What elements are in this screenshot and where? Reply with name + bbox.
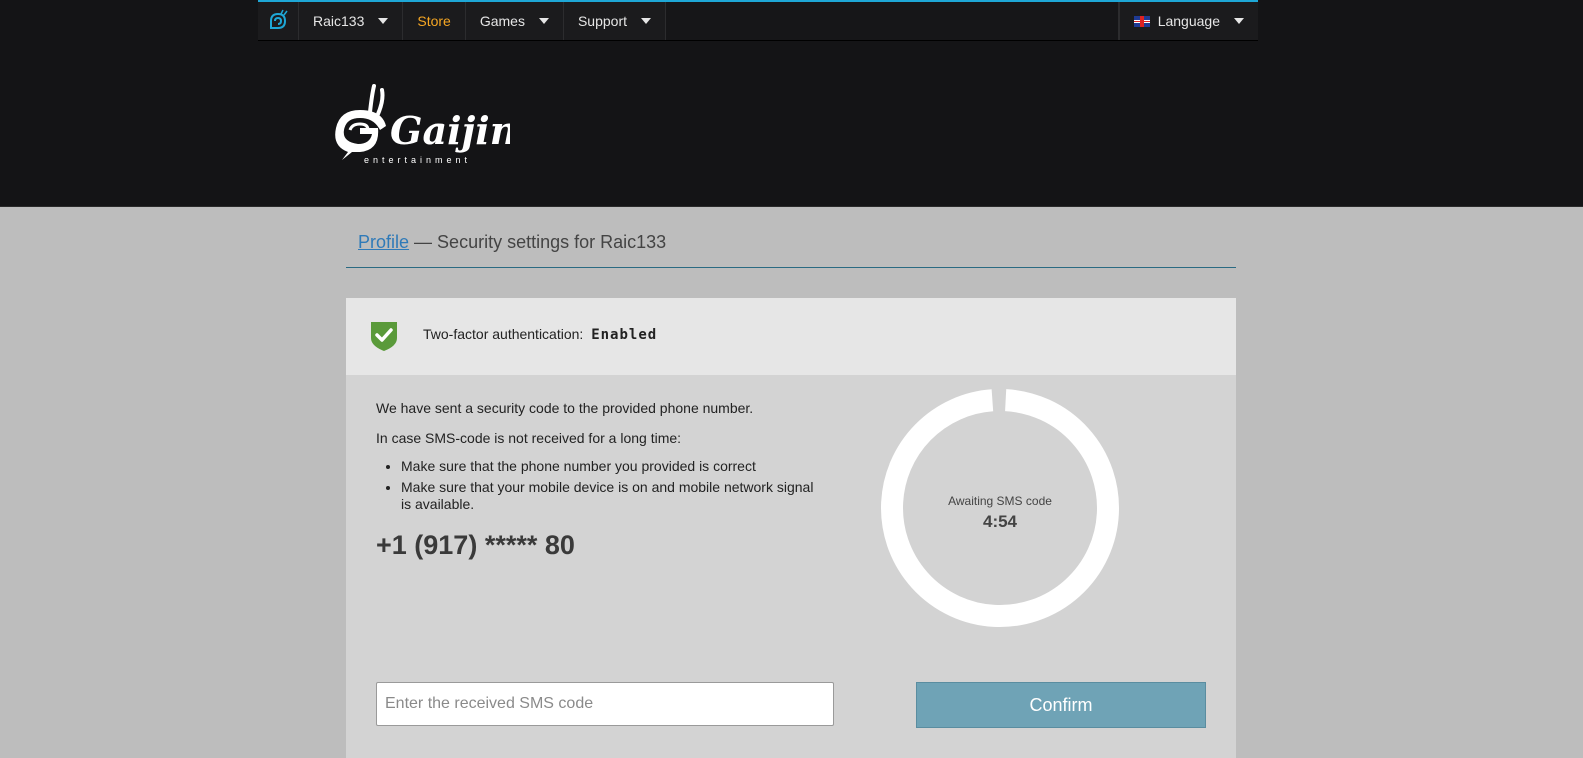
chevron-down-icon [641,18,652,24]
uk-flag-icon [1133,15,1150,27]
snail-logo-icon [270,9,288,29]
tfa-label: Two-factor authentication: [423,326,584,342]
nav-store-label: Store [417,13,451,29]
gaijin-logo-icon: Gaijin entertainment [335,84,517,165]
brand-name: Gaijin [390,108,510,153]
nav-user-menu[interactable]: Raic133 [299,2,404,40]
gaijin-home-icon[interactable] [258,2,299,40]
site-header: Raic133 Store Games Support Language Gai… [0,0,1583,207]
sms-code-input[interactable] [376,682,834,726]
breadcrumb: Profile — Security settings for Raic133 [358,232,666,253]
countdown-value: 4:54 [982,512,1018,531]
nav-language-label: Language [1157,13,1220,29]
nav-user-label: Raic133 [313,13,365,29]
chevron-down-icon [378,18,389,24]
chevron-down-icon [1234,18,1244,24]
nav-support-label: Support [577,13,628,29]
countdown-ring [881,388,1119,627]
page-title: Security settings for Raic133 [437,232,667,252]
tips-list: Make sure that the phone number you prov… [376,458,821,517]
countdown-label: Awaiting SMS code [948,494,1052,508]
tip-item: Make sure that your mobile device is on … [401,479,821,513]
breadcrumb-divider [346,267,1236,268]
tfa-status-line: Two-factor authentication: Enabled [423,326,657,343]
tfa-header: Two-factor authentication: Enabled [346,298,1236,375]
security-panel: Two-factor authentication: Enabled We ha… [346,298,1236,758]
nav-store-link[interactable]: Store [403,2,466,40]
profile-link[interactable]: Profile [358,232,409,252]
sms-countdown: Awaiting SMS code 4:54 [880,388,1120,628]
brand-tagline: entertainment [364,155,471,165]
shield-check-icon [371,322,397,351]
not-received-message: In case SMS-code is not received for a l… [376,430,682,446]
nav-support-menu[interactable]: Support [564,2,667,40]
sent-message: We have sent a security code to the prov… [376,400,754,416]
tip-item: Make sure that the phone number you prov… [401,458,821,475]
phone-number: +1 (917) ***** 80 [376,530,575,560]
gaijin-logo[interactable]: Gaijin entertainment [330,80,517,170]
top-navbar: Raic133 Store Games Support Language [258,0,1258,40]
breadcrumb-separator: — [409,232,438,252]
nav-language-menu[interactable]: Language [1118,2,1258,40]
nav-spacer [666,2,1119,40]
confirm-button[interactable]: Confirm [916,682,1206,728]
chevron-down-icon [538,18,549,24]
nav-games-label: Games [479,13,525,29]
nav-games-menu[interactable]: Games [466,2,564,40]
tfa-status-badge: Enabled [591,327,658,343]
